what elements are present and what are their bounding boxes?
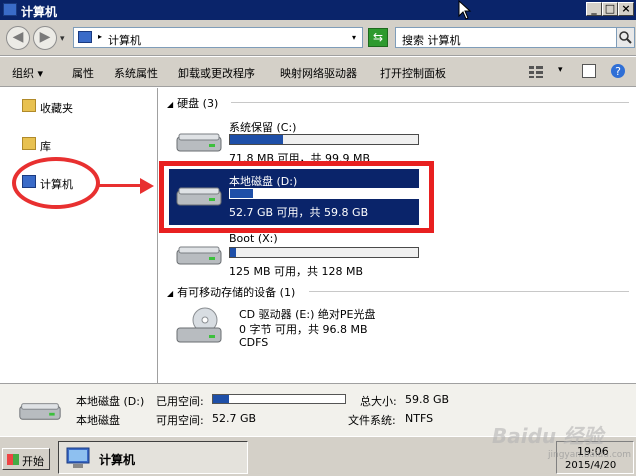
- group-divider: [309, 291, 629, 292]
- chevron-right-icon[interactable]: ▸: [98, 32, 102, 41]
- drive-name: 系统保留 (C:): [229, 121, 297, 134]
- help-icon[interactable]: ?: [610, 63, 626, 82]
- details-fs-value: NTFS: [405, 412, 434, 425]
- group-label: 有可移动存储的设备 (1): [177, 286, 296, 299]
- content-pane: ◢ 硬盘 (3) 系统保留 (C:) 71.8 MB 可用，共 99.9 MB 本…: [159, 88, 636, 383]
- search-input[interactable]: 搜索 计算机: [395, 27, 617, 48]
- usage-fill: [230, 248, 236, 257]
- sidebar-item-label: 库: [40, 140, 51, 153]
- computer-icon: [66, 447, 90, 468]
- details-used-label: 已用空间:: [156, 395, 204, 408]
- details-free-value: 52.7 GB: [212, 412, 257, 425]
- system-properties-button[interactable]: 系统属性: [114, 65, 158, 81]
- details-name: 本地磁盘 (D:): [76, 395, 145, 408]
- group-divider: [231, 102, 629, 103]
- details-total-label: 总大小:: [360, 395, 397, 408]
- details-usage-bar: [212, 394, 346, 404]
- navigation-pane: 收藏夹 库 计算机: [0, 88, 158, 383]
- properties-button[interactable]: 属性: [72, 65, 94, 81]
- folder-icon: [22, 99, 36, 112]
- collapse-icon[interactable]: ◢: [167, 289, 173, 298]
- annotation-arrow-head: [140, 178, 154, 194]
- clock-date: 2015/4/20: [565, 460, 617, 471]
- computer-icon: [3, 3, 17, 16]
- preview-pane-icon[interactable]: [582, 64, 596, 78]
- drive-filesystem: CDFS: [239, 336, 269, 349]
- usage-fill: [213, 395, 229, 403]
- details-fs-label: 文件系统:: [348, 414, 396, 427]
- search-placeholder: 搜索 计算机: [402, 34, 461, 47]
- drive-info: 125 MB 可用，共 128 MB: [229, 265, 364, 278]
- taskbar-item-computer[interactable]: 计算机: [58, 441, 248, 474]
- map-drive-button[interactable]: 映射网络驱动器: [280, 65, 357, 81]
- search-icon[interactable]: [617, 27, 635, 48]
- mouse-cursor-icon: [458, 0, 472, 20]
- group-label: 硬盘 (3): [177, 97, 219, 110]
- history-dropdown-icon[interactable]: ▾: [60, 34, 65, 44]
- address-bar-area: ◀ ▶ ▾ ▸ 计算机 ▾ ⇆ 搜索 计算机: [0, 20, 636, 56]
- view-icon[interactable]: [528, 65, 544, 82]
- windows-logo-icon: [7, 454, 19, 465]
- annotation-highlight-box: [159, 161, 434, 233]
- usage-fill: [230, 135, 283, 144]
- sidebar-item-favorites[interactable]: 收藏夹: [0, 98, 158, 116]
- folder-icon: [22, 137, 36, 150]
- details-type: 本地磁盘: [76, 414, 120, 427]
- address-field[interactable]: ▸ 计算机 ▾: [73, 27, 363, 48]
- drive-e-cd[interactable]: CD 驱动器 (E:) 绝对PE光盘 0 字节 可用，共 96.8 MB CDF…: [169, 302, 419, 352]
- group-header-hard-disks[interactable]: ◢ 硬盘 (3): [167, 95, 218, 111]
- svg-text:?: ?: [615, 65, 621, 78]
- watermark-logo: Baidu 经验: [492, 424, 604, 448]
- drive-x[interactable]: Boot (X:) 125 MB 可用，共 128 MB: [169, 228, 419, 284]
- sidebar-item-libraries[interactable]: 库: [0, 136, 158, 154]
- address-path: 计算机: [108, 34, 141, 47]
- sidebar-item-label: 收藏夹: [40, 102, 73, 115]
- taskbar-item-label: 计算机: [99, 453, 136, 467]
- refresh-button[interactable]: ⇆: [368, 28, 388, 47]
- details-total-value: 59.8 GB: [405, 393, 450, 406]
- watermark-url: jingyan.baidu.com: [548, 450, 632, 460]
- computer-icon: [78, 31, 92, 43]
- forward-button[interactable]: ▶: [33, 26, 57, 50]
- close-button[interactable]: ×: [618, 2, 634, 16]
- drive-info: 0 字节 可用，共 96.8 MB: [239, 323, 368, 336]
- cd-drive-icon: [176, 307, 222, 343]
- uninstall-button[interactable]: 卸载或更改程序: [178, 65, 255, 81]
- minimize-button[interactable]: _: [586, 2, 602, 16]
- hard-disk-icon: [176, 246, 222, 265]
- drive-name: Boot (X:): [229, 232, 278, 245]
- organize-button[interactable]: 组织 ▾: [12, 65, 43, 81]
- title-bar: 计算机 _ □ ×: [0, 0, 636, 20]
- control-panel-button[interactable]: 打开控制面板: [380, 65, 446, 81]
- drive-usage-bar: [229, 247, 419, 258]
- annotation-circle: [12, 157, 100, 209]
- annotation-arrow: [98, 184, 144, 187]
- group-header-removable[interactable]: ◢ 有可移动存储的设备 (1): [167, 284, 295, 300]
- start-button[interactable]: 开始: [2, 448, 50, 470]
- hard-disk-icon: [176, 133, 222, 152]
- view-dropdown-icon[interactable]: ▾: [558, 65, 563, 75]
- hard-disk-icon: [19, 403, 61, 420]
- details-free-label: 可用空间:: [156, 414, 204, 427]
- back-button[interactable]: ◀: [6, 26, 30, 50]
- start-label: 开始: [22, 455, 44, 468]
- drive-name: CD 驱动器 (E:) 绝对PE光盘: [239, 308, 376, 321]
- drive-usage-bar: [229, 134, 419, 145]
- chevron-down-icon[interactable]: ▾: [352, 33, 356, 42]
- collapse-icon[interactable]: ◢: [167, 100, 173, 109]
- command-bar: 组织 ▾ 属性 系统属性 卸载或更改程序 映射网络驱动器 打开控制面板 ▾ ?: [0, 57, 636, 87]
- window-title: 计算机: [21, 5, 58, 19]
- maximize-button[interactable]: □: [602, 2, 618, 16]
